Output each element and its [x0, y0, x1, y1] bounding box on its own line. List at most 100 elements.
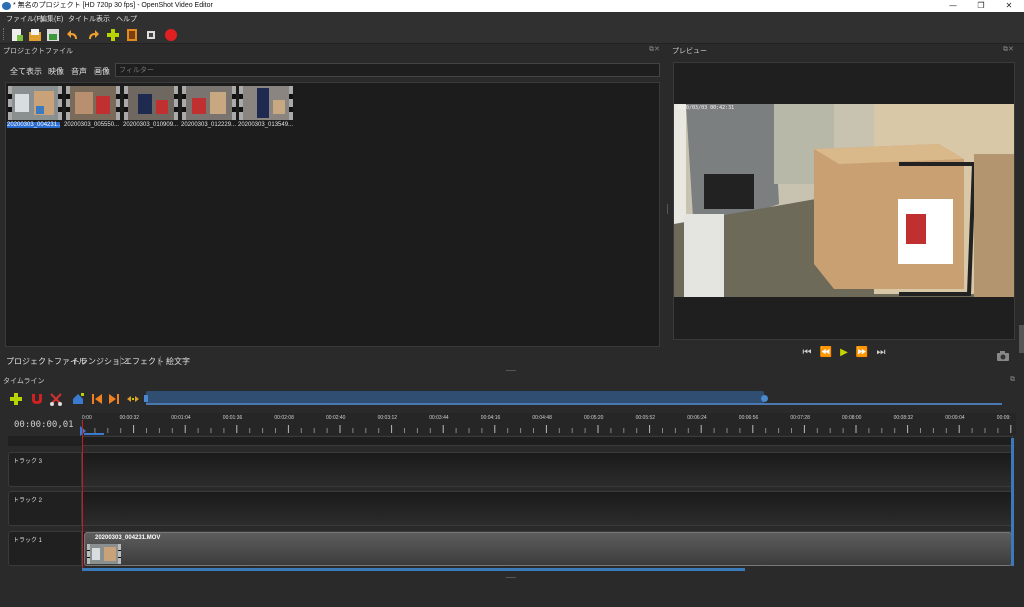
track-label: トラック 3: [13, 459, 43, 465]
filter-input[interactable]: [115, 63, 660, 77]
filter-tab-video[interactable]: 映像: [48, 66, 64, 77]
file-thumbnail[interactable]: [8, 86, 62, 120]
play-icon[interactable]: ▶: [837, 346, 851, 360]
panel-splitter[interactable]: [506, 370, 516, 371]
zoom-handle-right[interactable]: [761, 395, 768, 402]
snap-magnet-icon[interactable]: [30, 391, 44, 405]
file-thumbnail[interactable]: [239, 86, 293, 120]
ruler-label: 00:03:44: [429, 415, 449, 421]
playhead-progress: [84, 433, 104, 435]
add-marker-icon[interactable]: [71, 391, 85, 405]
panel-splitter[interactable]: [506, 577, 516, 578]
ruler-label: 00:05:52: [635, 415, 656, 421]
track-header-2[interactable]: トラック 2: [8, 491, 82, 526]
redo-icon[interactable]: [86, 27, 100, 41]
add-track-icon[interactable]: [9, 391, 23, 405]
file-name: 20200303_012229...: [181, 122, 237, 128]
project-files-panel-title: プロジェクトファイル: [3, 48, 73, 55]
minimize-button[interactable]: —: [939, 0, 967, 12]
track-header-3[interactable]: トラック 3: [8, 452, 82, 487]
center-playhead-icon[interactable]: [126, 391, 140, 405]
new-project-icon[interactable]: [10, 27, 24, 41]
previous-marker-icon[interactable]: [90, 391, 104, 405]
preview-panel-title: プレビュー: [672, 48, 707, 55]
playhead-handle[interactable]: [80, 421, 86, 436]
track-lane-3[interactable]: [82, 452, 1013, 487]
open-project-icon[interactable]: [28, 27, 42, 41]
window-title: * 無名のプロジェクト [HD 720p 30 fps] - OpenShot …: [13, 2, 213, 9]
next-marker-icon[interactable]: [107, 391, 121, 405]
rewind-icon[interactable]: ⏪: [819, 346, 833, 360]
maximize-button[interactable]: ❐: [967, 0, 995, 12]
file-name: 20200303_005550...: [64, 122, 120, 128]
menu-help[interactable]: ヘルプ: [116, 14, 137, 24]
razor-tool-icon[interactable]: [49, 391, 63, 406]
ruler-label: 00:06:24: [687, 415, 707, 421]
preview-video-frame: 2020/03/03 00:42:31: [674, 104, 1014, 297]
ruler-label: 00:08:00: [842, 415, 862, 421]
menu-view[interactable]: 表示: [96, 14, 110, 24]
playhead-line: [82, 420, 83, 568]
jump-end-icon[interactable]: ⏭: [874, 346, 888, 360]
file-name: 20200303_004231..: [7, 122, 61, 128]
choose-profile-icon[interactable]: [125, 27, 139, 41]
menu-edit[interactable]: 編集(E): [40, 14, 63, 24]
fast-forward-icon[interactable]: ⏩: [855, 346, 869, 360]
ruler-label: 00:05:20: [584, 415, 604, 421]
timeline-toolbar: [0, 388, 1024, 408]
timeline-panel-title: タイムライン: [3, 378, 45, 385]
menu-bar: ファイル(F) 編集(E) タイトル 表示 ヘルプ: [0, 12, 1024, 24]
timeline-clip[interactable]: 20200303_004231.MOV: [84, 532, 1012, 566]
track-partial-top: [8, 436, 1013, 446]
tab-emojis[interactable]: 絵文字: [166, 356, 190, 367]
ruler-label: 00:09:: [996, 415, 1011, 421]
window-edge-handle[interactable]: [1019, 325, 1024, 353]
ruler-label: 00:09:04: [945, 415, 965, 421]
timeline-timecode: 00:00:00,01: [0, 413, 82, 435]
file-thumbnail[interactable]: [66, 86, 120, 120]
timeline-ruler[interactable]: 0:00 00:00:32 00:01:04 00:01:36 00:02:08 00:0…: [82, 413, 1016, 435]
tab-effects[interactable]: エフェクト: [124, 356, 164, 367]
ruler-label: 00:03:12: [377, 415, 398, 421]
tab-divider: [160, 356, 161, 366]
close-button[interactable]: ✕: [995, 0, 1023, 12]
menu-title[interactable]: タイトル: [68, 14, 96, 24]
track-lane-2[interactable]: [82, 491, 1013, 526]
project-files-filter-bar: 全て表示 映像 音声 画像: [5, 62, 660, 78]
ruler-label: 00:02:08: [274, 415, 294, 421]
undo-icon[interactable]: [66, 27, 80, 41]
track-header-1[interactable]: トラック 1: [8, 531, 82, 566]
clip-title: 20200303_004231.MOV: [95, 535, 161, 541]
timeline-horizontal-scrollbar[interactable]: [82, 568, 745, 571]
menu-file[interactable]: ファイル(F): [6, 14, 43, 24]
camera-icon[interactable]: [996, 347, 1010, 361]
filter-tab-audio[interactable]: 音声: [71, 66, 87, 77]
timeline-vertical-scrollbar[interactable]: [1011, 438, 1014, 566]
dock-float-close-icon[interactable]: ⧉✕: [1003, 45, 1014, 54]
window-titlebar: * 無名のプロジェクト [HD 720p 30 fps] - OpenShot …: [0, 0, 1024, 12]
ruler-label: 00:04:48: [532, 415, 552, 421]
zoom-handle-left[interactable]: [144, 395, 148, 402]
ruler-label: 00:07:28: [790, 415, 810, 421]
save-project-icon[interactable]: [46, 27, 60, 41]
filter-tab-all[interactable]: 全て表示: [10, 66, 42, 77]
project-files-list[interactable]: 20200303_004231.. 20200303_005550... 202…: [5, 82, 660, 347]
fullscreen-icon[interactable]: [144, 27, 158, 41]
jump-start-icon[interactable]: ⏮: [800, 346, 814, 360]
dock-float-close-icon[interactable]: ⧉✕: [649, 45, 660, 54]
file-thumbnail[interactable]: [124, 86, 178, 120]
export-video-icon[interactable]: [164, 27, 178, 41]
track-label: トラック 2: [13, 498, 43, 504]
toolbar-grip: [3, 28, 5, 40]
filter-tab-image[interactable]: 画像: [94, 66, 110, 77]
import-files-icon[interactable]: [106, 27, 120, 41]
file-thumbnail[interactable]: [182, 86, 236, 120]
dock-float-close-icon[interactable]: ⧉: [1010, 375, 1015, 384]
playback-controls: ⏮ ⏪ ▶ ⏩ ⏭: [798, 346, 893, 360]
file-name: 20200303_013549...: [238, 122, 294, 128]
panel-splitter-vertical[interactable]: [667, 204, 668, 214]
track-label: トラック 1: [13, 538, 43, 544]
clip-thumbnail: [87, 544, 121, 564]
file-name: 20200303_010909...: [123, 122, 179, 128]
ruler-label: 00:04:16: [480, 415, 501, 421]
